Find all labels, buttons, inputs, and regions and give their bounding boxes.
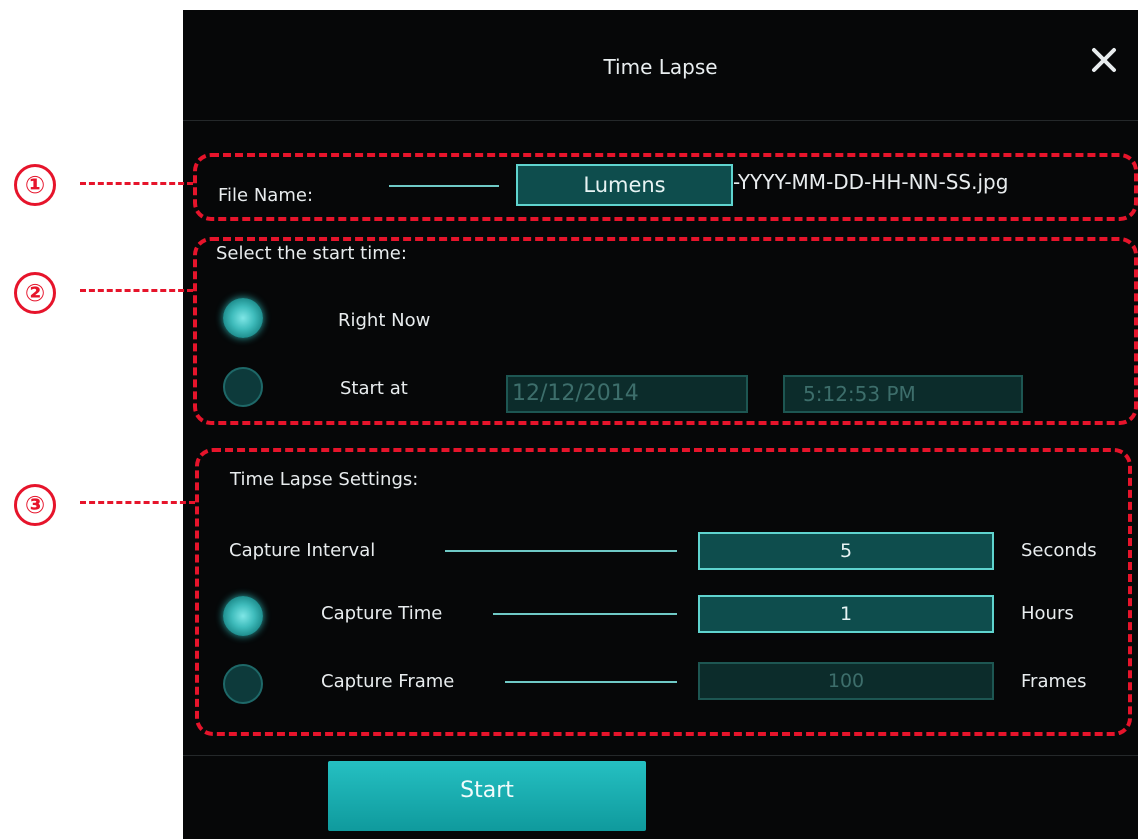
annotation-box-start-time	[193, 237, 1138, 425]
annotation-leader-1	[80, 182, 193, 185]
annotation-box-file-name	[193, 153, 1138, 221]
annotation-box-settings	[195, 448, 1132, 736]
start-button[interactable]: Start	[328, 761, 646, 831]
header-divider	[183, 120, 1138, 121]
annotation-marker-3: ③	[14, 484, 56, 526]
dialog-title: Time Lapse	[603, 55, 718, 79]
annotation-marker-1: ①	[14, 164, 56, 206]
footer-divider	[183, 755, 1138, 756]
annotation-leader-3	[80, 501, 195, 504]
annotation-leader-2	[80, 289, 193, 292]
close-icon[interactable]	[1088, 44, 1120, 76]
annotation-marker-2: ②	[14, 272, 56, 314]
